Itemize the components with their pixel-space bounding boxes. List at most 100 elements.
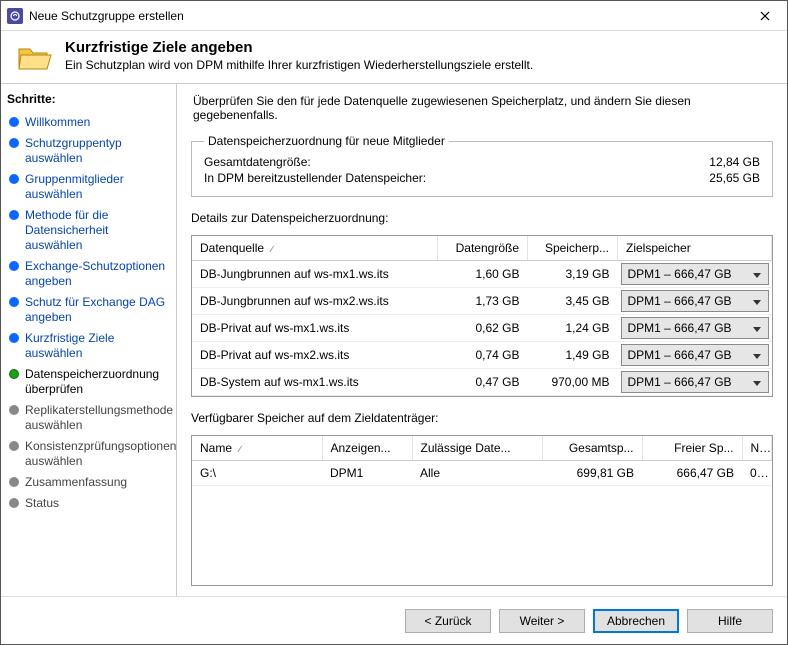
step-label: Status [25, 496, 59, 511]
wizard-header: Kurzfristige Ziele angeben Ein Schutzpla… [1, 31, 787, 83]
cell-data-size: 1,73 GB [438, 288, 528, 315]
avail-table-wrap[interactable]: Name ∕ Anzeigen... Zulässige Date... Ges… [191, 435, 773, 586]
step-link[interactable]: Kurzfristige Ziele auswählen [25, 331, 114, 360]
avail-table: Name ∕ Anzeigen... Zulässige Date... Ges… [192, 436, 772, 486]
cell-target: DPM1 – 666,47 GB [618, 288, 772, 315]
step-bullet-icon [9, 477, 19, 487]
cell-target: DPM1 – 666,47 GB [618, 369, 772, 396]
cell-source: DB-Jungbrunnen auf ws-mx2.ws.its [192, 288, 438, 315]
table-row[interactable]: DB-Jungbrunnen auf ws-mx1.ws.its1,60 GB3… [192, 261, 772, 288]
target-storage-dropdown[interactable]: DPM1 – 666,47 GB [621, 317, 769, 339]
cell-free: 666,47 GB [642, 461, 742, 486]
allocation-legend: Datenspeicherzuordnung für neue Mitglied… [204, 134, 449, 148]
step-link[interactable]: Gruppenmitglieder auswählen [25, 172, 124, 201]
provision-label: In DPM bereitzustellender Datenspeicher: [204, 171, 426, 185]
col2-free[interactable]: Freier Sp... [642, 436, 742, 461]
steps-sidebar: Schritte: WillkommenSchutzgruppentyp aus… [1, 84, 177, 596]
steps-list: Willkommen Schutzgruppentyp auswählen Grup… [7, 112, 170, 514]
step-item: Zusammenfassung [7, 472, 170, 493]
table-row[interactable]: DB-Privat auf ws-mx2.ws.its0,74 GB1,49 G… [192, 342, 772, 369]
cell-data-size: 0,74 GB [438, 342, 528, 369]
table-row[interactable]: DB-Privat auf ws-mx1.ws.its0,62 GB1,24 G… [192, 315, 772, 342]
table-row[interactable]: DB-Jungbrunnen auf ws-mx2.ws.its1,73 GB3… [192, 288, 772, 315]
cell-target: DPM1 – 666,47 GB [618, 261, 772, 288]
col-target[interactable]: Zielspeicher [618, 236, 772, 261]
step-link[interactable]: Methode für die Datensicherheit auswähle… [25, 208, 108, 252]
step-bullet-icon [9, 117, 19, 127]
chevron-down-icon [750, 375, 764, 389]
cancel-button[interactable]: Abbrechen [593, 609, 679, 633]
sort-asc-icon: ∕ [271, 244, 273, 254]
target-storage-dropdown[interactable]: DPM1 – 666,47 GB [621, 263, 769, 285]
col2-name[interactable]: Name ∕ [192, 436, 322, 461]
dropdown-label: DPM1 – 666,47 GB [628, 294, 746, 308]
step-bullet-icon [9, 333, 19, 343]
wizard-body: Schritte: WillkommenSchutzgruppentyp aus… [1, 83, 787, 596]
step-label: Gruppenmitglieder auswählen [25, 172, 168, 202]
page-title: Kurzfristige Ziele angeben [65, 39, 533, 56]
details-section-label: Details zur Datenspeicherzuordnung: [191, 207, 773, 225]
step-bullet-icon [9, 498, 19, 508]
target-storage-dropdown[interactable]: DPM1 – 666,47 GB [621, 290, 769, 312]
step-link[interactable]: Willkommen [25, 115, 90, 129]
help-button[interactable]: Hilfe [687, 609, 773, 633]
step-item[interactable]: Schutz für Exchange DAG angeben [7, 292, 170, 328]
page-subtitle: Ein Schutzplan wird von DPM mithilfe Ihr… [65, 58, 533, 72]
step-item[interactable]: Methode für die Datensicherheit auswähle… [7, 205, 170, 256]
wizard-footer: < Zurück Weiter > Abbrechen Hilfe [1, 596, 787, 644]
back-button[interactable]: < Zurück [405, 609, 491, 633]
col-space[interactable]: Speicherp... [528, 236, 618, 261]
titlebar: Neue Schutzgruppe erstellen [1, 1, 787, 31]
col2-allowed[interactable]: Zulässige Date... [412, 436, 542, 461]
cell-allowed: Alle [412, 461, 542, 486]
chevron-down-icon [750, 321, 764, 335]
step-item[interactable]: Gruppenmitglieder auswählen [7, 169, 170, 205]
cell-space: 3,19 GB [528, 261, 618, 288]
col-data-size[interactable]: Datengröße [438, 236, 528, 261]
chevron-down-icon [750, 294, 764, 308]
col-source[interactable]: Datenquelle ∕ [192, 236, 438, 261]
col2-insuff[interactable]: Nicht gen... [742, 436, 772, 461]
step-label: Schutz für Exchange DAG angeben [25, 295, 168, 325]
cell-source: DB-Jungbrunnen auf ws-mx1.ws.its [192, 261, 438, 288]
step-label: Kurzfristige Ziele auswählen [25, 331, 168, 361]
provision-value: 25,65 GB [709, 171, 760, 185]
step-label: Datenspeicherzuordnung überprüfen [25, 367, 168, 397]
allocation-group: Datenspeicherzuordnung für neue Mitglied… [191, 134, 773, 197]
chevron-down-icon [750, 267, 764, 281]
total-size-value: 12,84 GB [709, 155, 760, 169]
next-button[interactable]: Weiter > [499, 609, 585, 633]
table-row[interactable]: DB-System auf ws-mx1.ws.its0,47 GB970,00… [192, 369, 772, 396]
cell-space: 970,00 MB [528, 369, 618, 396]
step-label: Zusammenfassung [25, 475, 127, 490]
target-storage-dropdown[interactable]: DPM1 – 666,47 GB [621, 371, 769, 393]
step-item[interactable]: Kurzfristige Ziele auswählen [7, 328, 170, 364]
details-table-scroll[interactable]: Datenquelle ∕ Datengröße Speicherp... Zi… [192, 236, 772, 396]
target-storage-dropdown[interactable]: DPM1 – 666,47 GB [621, 344, 769, 366]
step-link[interactable]: Schutz für Exchange DAG angeben [25, 295, 165, 324]
window-title: Neue Schutzgruppe erstellen [29, 9, 742, 23]
step-label: Replikaterstellungsmethode auswählen [25, 403, 173, 433]
step-item[interactable]: Willkommen [7, 112, 170, 133]
step-item[interactable]: Schutzgruppentyp auswählen [7, 133, 170, 169]
step-label: Konsistenzprüfungsoptionen auswählen [25, 439, 176, 469]
cell-target: DPM1 – 666,47 GB [618, 315, 772, 342]
step-item[interactable]: Exchange-Schutzoptionen angeben [7, 256, 170, 292]
col2-total[interactable]: Gesamtsp... [542, 436, 642, 461]
table-row[interactable]: G:\DPM1Alle699,81 GB666,47 GB0 KB [192, 461, 772, 486]
instruction-text: Überprüfen Sie den für jede Datenquelle … [191, 94, 773, 124]
app-icon [7, 8, 23, 24]
cell-space: 1,24 GB [528, 315, 618, 342]
close-button[interactable] [742, 1, 787, 31]
step-label: Willkommen [25, 115, 90, 130]
folder-icon [17, 41, 53, 73]
step-link[interactable]: Schutzgruppentyp auswählen [25, 136, 122, 165]
cell-display: DPM1 [322, 461, 412, 486]
step-link[interactable]: Exchange-Schutzoptionen angeben [25, 259, 165, 288]
dropdown-label: DPM1 – 666,47 GB [628, 321, 746, 335]
cell-source: DB-Privat auf ws-mx2.ws.its [192, 342, 438, 369]
step-label: Schutzgruppentyp auswählen [25, 136, 168, 166]
details-table-wrap: Datenquelle ∕ Datengröße Speicherp... Zi… [191, 235, 773, 397]
col2-display[interactable]: Anzeigen... [322, 436, 412, 461]
close-icon [760, 11, 770, 21]
